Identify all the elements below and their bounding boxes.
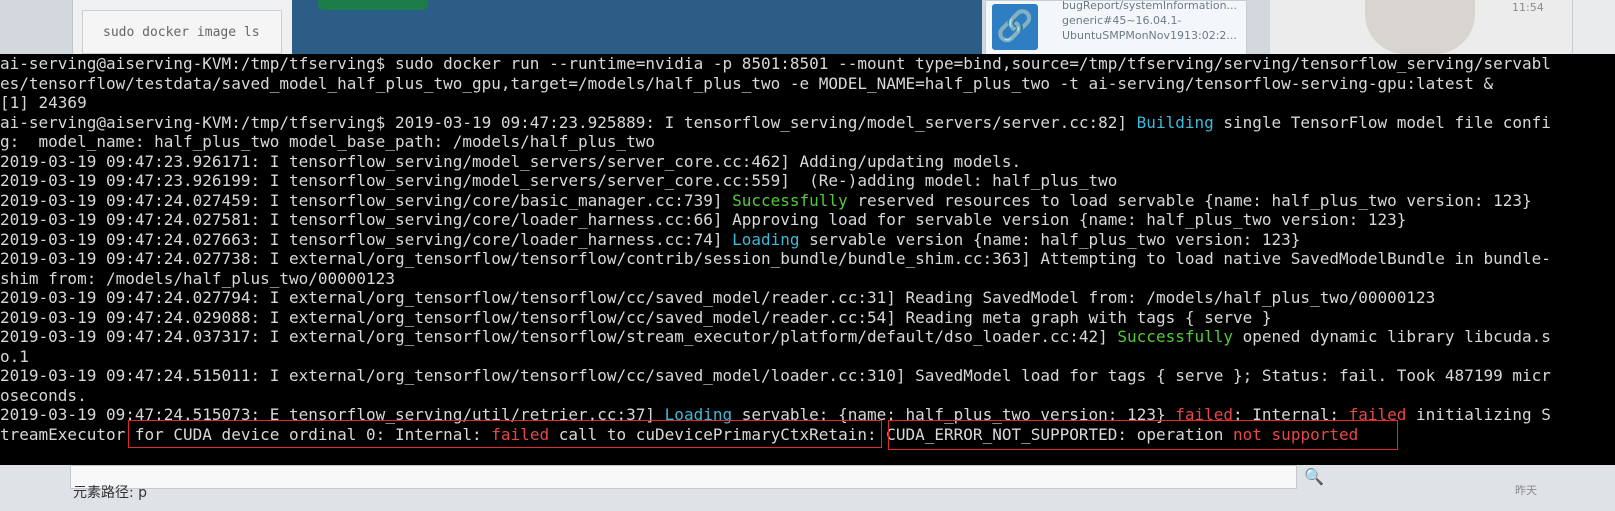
error-highlight-box-2 <box>888 420 1398 450</box>
terminal-text: single TensorFlow model file confi <box>1213 112 1551 132</box>
terminal-text: oseconds. <box>0 385 87 405</box>
terminal-text: 2019-03-19 09:47:23.926171: I tensorflow… <box>0 151 1022 171</box>
terminal-text: ai-serving@aiserving-KVM:/tmp/tfserving$… <box>0 54 1551 73</box>
terminal-keyword-cyan: Loading <box>732 229 800 249</box>
terminal-line: shim from: /models/half_plus_two/0000012… <box>0 269 1615 289</box>
terminal-line: [1] 24369 <box>0 93 1615 113</box>
terminal-text: 2019-03-19 09:47:24.037317: I external/o… <box>0 327 1118 346</box>
terminal-text: 2019-03-19 09:47:24.027794: I external/o… <box>0 288 1436 307</box>
background-code-snippet: sudo docker image ls <box>82 10 282 54</box>
terminal-text: shim from: /models/half_plus_two/0000012… <box>0 268 395 288</box>
terminal-line: oseconds. <box>0 386 1615 406</box>
terminal-text: 2019-03-19 09:47:24.027459: I tensorflow… <box>0 190 733 210</box>
error-highlight-box-1 <box>128 420 882 448</box>
terminal-text: 2019-03-19 09:47:24.515011: I external/o… <box>0 366 1551 385</box>
card-text-line: bugReport/systemInformation... <box>1062 0 1238 12</box>
terminal-keyword-green: Successfully <box>1117 327 1233 346</box>
terminal-text: [1] 24369 <box>0 93 87 112</box>
terminal-text: 2019-03-19 09:47:24.027581: I tensorflow… <box>0 210 1407 229</box>
terminal-line: 2019-03-19 09:47:24.027663: I tensorflow… <box>0 230 1615 250</box>
search-icon[interactable]: 🔍 <box>1304 467 1324 486</box>
terminal-keyword-green: Successfully <box>732 190 848 210</box>
terminal-window[interactable]: ai-serving@aiserving-KVM:/tmp/tfserving$… <box>0 54 1615 465</box>
terminal-line: es/tensorflow/testdata/saved_model_half_… <box>0 74 1615 94</box>
background-clock: 11:54 <box>1512 1 1544 14</box>
terminal-line: 2019-03-19 09:47:24.027738: I external/o… <box>0 249 1615 269</box>
terminal-text: opened dynamic library libcuda.s <box>1233 327 1551 346</box>
terminal-text: g: model_name: half_plus_two model_base_… <box>0 132 656 151</box>
background-bottom-input[interactable] <box>70 465 1297 489</box>
background-card-text: bugReport/systemInformation... generic#4… <box>1062 0 1242 43</box>
terminal-line: 2019-03-19 09:47:24.027459: I tensorflow… <box>0 191 1615 211</box>
terminal-line: ai-serving@aiserving-KVM:/tmp/tfserving$… <box>0 113 1615 133</box>
background-side-label: 昨天 <box>1515 484 1537 497</box>
terminal-line: 2019-03-19 09:47:24.515011: I external/o… <box>0 366 1615 386</box>
terminal-text: ai-serving@aiserving-KVM:/tmp/tfserving$… <box>0 112 1137 132</box>
terminal-line: 2019-03-19 09:47:23.926171: I tensorflow… <box>0 152 1615 172</box>
terminal-output: ai-serving@aiserving-KVM:/tmp/tfserving$… <box>0 54 1615 444</box>
terminal-line: 2019-03-19 09:47:24.029088: I external/o… <box>0 308 1615 328</box>
link-icon: 🔗 <box>992 4 1038 50</box>
terminal-line: 2019-03-19 09:47:24.037317: I external/o… <box>0 327 1615 347</box>
terminal-keyword-cyan: Building <box>1136 112 1214 132</box>
terminal-text: es/tensorflow/testdata/saved_model_half_… <box>0 73 1494 93</box>
terminal-text: reserved resources to load servable {nam… <box>847 190 1532 210</box>
terminal-text: servable version {name: half_plus_two ve… <box>799 229 1301 249</box>
background-avatar-image <box>1365 0 1475 54</box>
terminal-text: 2019-03-19 09:47:23.926199: I tensorflow… <box>0 171 1118 190</box>
card-text-line: UbuntuSMPMonNov1913:02:2... <box>1062 29 1237 42</box>
terminal-text: 2019-03-19 09:47:24.029088: I external/o… <box>0 307 1272 327</box>
terminal-line: 2019-03-19 09:47:24.027794: I external/o… <box>0 288 1615 308</box>
terminal-line: 2019-03-19 09:47:24.027581: I tensorflow… <box>0 210 1615 230</box>
terminal-text: initializing S <box>1406 405 1551 424</box>
terminal-text: treamExecutor <box>0 424 135 444</box>
background-green-tab <box>318 0 428 10</box>
element-path-label: 元素路径: p <box>73 485 148 501</box>
terminal-text: 2019-03-19 09:47:24.027738: I external/o… <box>0 249 1551 268</box>
terminal-line: o.1 <box>0 347 1615 367</box>
terminal-text: 2019-03-19 09:47:24.027663: I tensorflow… <box>0 229 733 249</box>
terminal-line: g: model_name: half_plus_two model_base_… <box>0 132 1615 152</box>
terminal-line: ai-serving@aiserving-KVM:/tmp/tfserving$… <box>0 54 1615 74</box>
terminal-line: 2019-03-19 09:47:23.926199: I tensorflow… <box>0 171 1615 191</box>
card-text-line: generic#45~16.04.1- <box>1062 14 1182 27</box>
terminal-text: o.1 <box>0 346 29 366</box>
